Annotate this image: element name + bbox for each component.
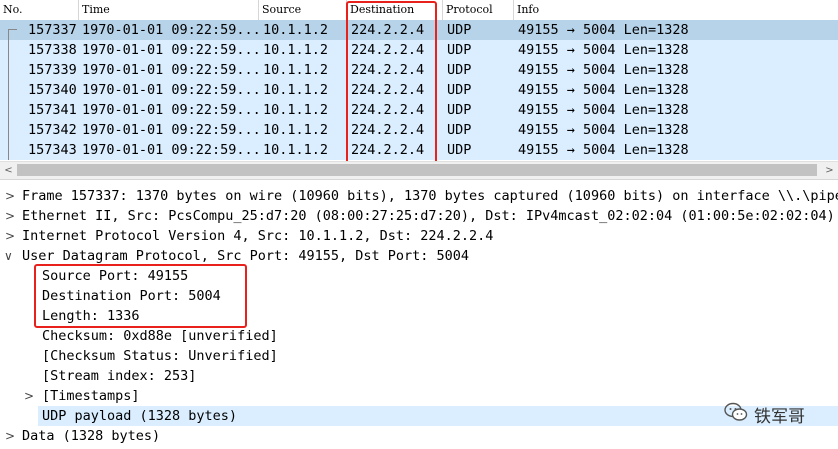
tree-item-label: User Datagram Protocol, Src Port: 49155,… [22,248,470,264]
scroll-right-icon[interactable]: > [821,162,838,179]
chevron-right-icon[interactable]: > [5,186,17,206]
chevron-right-icon[interactable]: > [5,206,17,226]
tree-item-timestamps[interactable]: > [Timestamps] [0,386,838,406]
horizontal-scrollbar[interactable]: < > [0,161,838,180]
tree-item-label: [Checksum Status: Unverified] [42,348,278,364]
packet-time: 1970-01-01 09:22:59... [82,122,258,138]
tree-item-udp[interactable]: ∨ User Datagram Protocol, Src Port: 4915… [0,246,838,266]
related-packet-marker [8,60,17,80]
tree-item-label: Internet Protocol Version 4, Src: 10.1.1… [22,228,494,244]
scroll-left-icon[interactable]: < [0,162,17,179]
packet-no: 157341 [28,102,77,118]
tree-item-frame[interactable]: > Frame 157337: 1370 bytes on wire (1096… [0,186,838,206]
packet-info: 49155 → 5004 Len=1328 [518,102,689,118]
packet-info: 49155 → 5004 Len=1328 [518,82,689,98]
destination-highlight-box [346,1,437,164]
packet-source: 10.1.1.2 [263,122,329,138]
tree-item-label: Checksum: 0xd88e [unverified] [42,328,278,344]
packet-time: 1970-01-01 09:22:59... [82,142,258,158]
tree-item-stream-index[interactable]: [Stream index: 253] [0,366,838,386]
packet-protocol: UDP [447,42,472,58]
watermark: 铁军哥 [724,402,805,427]
tree-item-label: UDP payload (1328 bytes) [42,408,238,424]
packet-info: 49155 → 5004 Len=1328 [518,42,689,58]
tree-item-ip[interactable]: > Internet Protocol Version 4, Src: 10.1… [0,226,838,246]
tree-item-label: Ethernet II, Src: PcsCompu_25:d7:20 (08:… [22,208,835,224]
related-packet-marker [8,80,17,100]
related-packet-marker [8,29,17,40]
column-header-no[interactable]: No. [0,0,79,20]
tree-item-checksum[interactable]: Checksum: 0xd88e [unverified] [0,326,838,346]
packet-source: 10.1.1.2 [263,102,329,118]
column-header-source[interactable]: Source [259,0,347,20]
packet-protocol: UDP [447,62,472,78]
packet-protocol: UDP [447,102,472,118]
packet-no: 157343 [28,142,77,158]
tree-item-label: [Timestamps] [42,388,140,404]
packet-no: 157342 [28,122,77,138]
packet-protocol: UDP [447,82,472,98]
related-packet-marker [8,120,17,140]
packet-protocol: UDP [447,122,472,138]
tree-item-udp-payload[interactable]: UDP payload (1328 bytes) [38,406,838,426]
tree-item-ethernet[interactable]: > Ethernet II, Src: PcsCompu_25:d7:20 (0… [0,206,838,226]
chevron-down-icon[interactable]: ∨ [4,246,16,266]
packet-no: 157337 [28,22,77,38]
packet-info: 49155 → 5004 Len=1328 [518,142,689,158]
tree-item-label: Frame 157337: 1370 bytes on wire (10960 … [22,188,838,204]
tree-item-label: Data (1328 bytes) [22,428,161,444]
column-header-time[interactable]: Time [79,0,259,20]
packet-no: 157338 [28,42,77,58]
column-header-protocol[interactable]: Protocol [443,0,514,20]
udp-fields-highlight-box [34,264,247,328]
packet-time: 1970-01-01 09:22:59... [82,82,258,98]
packet-source: 10.1.1.2 [263,82,329,98]
tree-item-checksum-status[interactable]: [Checksum Status: Unverified] [0,346,838,366]
packet-source: 10.1.1.2 [263,42,329,58]
chevron-right-icon[interactable]: > [24,386,36,406]
packet-protocol: UDP [447,142,472,158]
related-packet-marker [8,100,17,120]
chevron-right-icon[interactable]: > [5,226,17,246]
packet-no: 157340 [28,82,77,98]
packet-protocol: UDP [447,22,472,38]
packet-no: 157339 [28,62,77,78]
watermark-text: 铁军哥 [754,406,805,427]
packet-time: 1970-01-01 09:22:59... [82,62,258,78]
packet-time: 1970-01-01 09:22:59... [82,22,258,38]
packet-time: 1970-01-01 09:22:59... [82,42,258,58]
column-header-info[interactable]: Info [514,0,838,20]
related-packet-marker [8,40,17,60]
packet-info: 49155 → 5004 Len=1328 [518,62,689,78]
tree-item-label: [Stream index: 253] [42,368,197,384]
packet-source: 10.1.1.2 [263,22,329,38]
chevron-right-icon[interactable]: > [5,426,17,446]
packet-source: 10.1.1.2 [263,62,329,78]
packet-info: 49155 → 5004 Len=1328 [518,22,689,38]
scrollbar-thumb[interactable] [17,164,817,176]
related-packet-marker [8,140,17,160]
tree-item-data[interactable]: > Data (1328 bytes) [0,426,838,446]
packet-time: 1970-01-01 09:22:59... [82,102,258,118]
wechat-icon [724,402,748,427]
packet-info: 49155 → 5004 Len=1328 [518,122,689,138]
packet-source: 10.1.1.2 [263,142,329,158]
